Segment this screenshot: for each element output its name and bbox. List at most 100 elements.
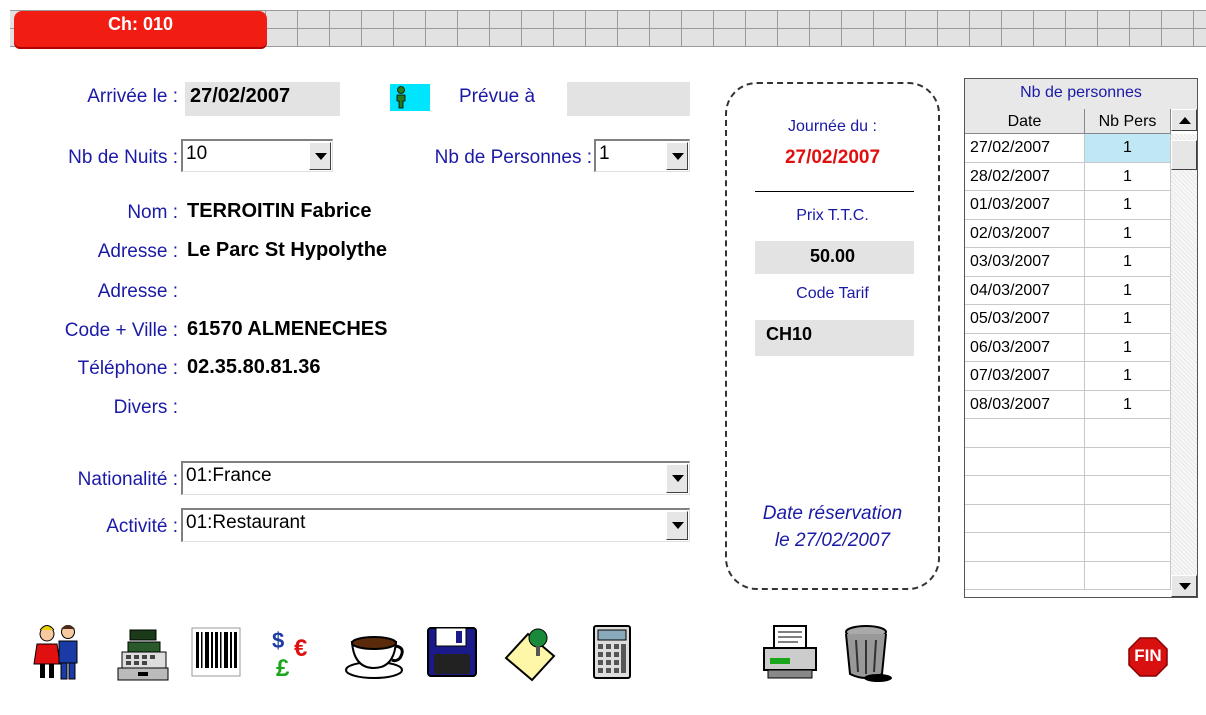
date-cell[interactable]: 08/03/2007 [965, 390, 1085, 418]
empty-row [965, 447, 1171, 476]
chevron-down-icon[interactable] [666, 142, 688, 170]
table-row[interactable]: 07/03/2007 1 [965, 362, 1171, 391]
date-cell[interactable]: 27/02/2007 [965, 134, 1085, 162]
nuits-label: Nb de Nuits : [68, 147, 178, 168]
trash-icon[interactable] [838, 622, 894, 682]
code-tarif-value: CH10 [766, 324, 813, 344]
divers-label: Divers : [113, 397, 178, 418]
date-cell[interactable]: 02/03/2007 [965, 219, 1085, 247]
date-cell[interactable]: 07/03/2007 [965, 362, 1085, 390]
arrivee-label: Arrivée le : [87, 86, 178, 107]
adresse1-value[interactable]: Le Parc St Hypolythe [187, 239, 387, 262]
date-cell[interactable]: 04/03/2007 [965, 276, 1085, 304]
prix-value: 50.00 [809, 246, 856, 266]
ville-label: Code + Ville : [64, 320, 178, 341]
table-row[interactable]: 28/02/2007 1 [965, 162, 1171, 191]
svg-text:$: $ [272, 628, 284, 653]
table-row[interactable]: 08/03/2007 1 [965, 390, 1171, 419]
ville-value[interactable]: 61570 ALMENECHES [187, 318, 387, 341]
table-row[interactable]: 02/03/2007 1 [965, 219, 1171, 248]
prix-label: Prix T.T.C. [796, 207, 869, 224]
chevron-down-icon[interactable] [309, 142, 331, 170]
nationalite-select[interactable]: 01:France [181, 461, 690, 495]
telephone-value[interactable]: 02.35.80.81.36 [187, 356, 320, 379]
svg-text:£: £ [276, 655, 290, 682]
date-cell[interactable]: 28/02/2007 [965, 162, 1085, 190]
nb-pers-cell[interactable]: 1 [1085, 219, 1171, 247]
nuits-select[interactable]: 10 [181, 139, 333, 172]
table-row[interactable]: 27/02/2007 1 [965, 134, 1171, 163]
empty-row [965, 504, 1171, 533]
printer-icon[interactable] [760, 622, 826, 682]
empty-row [965, 476, 1171, 505]
nom-label: Nom : [127, 202, 178, 223]
barcode-icon[interactable] [188, 622, 244, 682]
coffee-cup-icon[interactable] [342, 622, 408, 682]
currency-icon[interactable]: $ € £ [268, 622, 324, 682]
table-row[interactable]: 01/03/2007 1 [965, 191, 1171, 220]
prevue-field[interactable] [567, 82, 690, 116]
nb-pers-cell[interactable]: 1 [1085, 362, 1171, 390]
grid-title: Nb de personnes [965, 79, 1197, 110]
clients-icon[interactable] [30, 622, 86, 682]
nb-pers-cell[interactable]: 1 [1085, 162, 1171, 190]
prevue-label: Prévue à [459, 86, 536, 107]
activite-label: Activité : [106, 516, 178, 537]
nb-pers-cell[interactable]: 1 [1085, 191, 1171, 219]
adresse1-label: Adresse : [97, 241, 178, 262]
col-pers-header[interactable]: Nb Pers [1085, 109, 1171, 134]
nb-pers-cell[interactable]: 1 [1085, 134, 1171, 162]
table-row[interactable]: 03/03/2007 1 [965, 248, 1171, 277]
fin-label: FIN [1134, 646, 1162, 665]
table-row[interactable]: 05/03/2007 1 [965, 305, 1171, 334]
activite-select[interactable]: 01:Restaurant [181, 508, 690, 542]
code-tarif-label: Code Tarif [796, 285, 869, 302]
nb-pers-cell[interactable]: 1 [1085, 333, 1171, 361]
personnes-value: 1 [599, 143, 610, 164]
divider [755, 191, 914, 192]
chevron-down-icon[interactable] [666, 464, 688, 493]
table-row[interactable]: 04/03/2007 1 [965, 276, 1171, 305]
reservation-line2: le 27/02/2007 [774, 530, 891, 551]
arrivee-value: 27/02/2007 [190, 85, 291, 107]
persons-grid: Nb de personnes Date Nb Pers 27/02/2007 1… [964, 78, 1198, 598]
nb-pers-cell[interactable]: 1 [1085, 390, 1171, 418]
cash-register-icon[interactable] [114, 622, 170, 682]
tab-chambre[interactable]: Ch: 010 [14, 11, 267, 47]
note-pin-icon[interactable] [502, 622, 558, 682]
scroll-down-icon[interactable] [1171, 575, 1197, 597]
personnes-select[interactable]: 1 [594, 139, 690, 172]
date-cell[interactable]: 05/03/2007 [965, 305, 1085, 333]
fin-button[interactable]: FIN [1128, 637, 1168, 677]
calculator-icon[interactable] [584, 622, 640, 682]
nb-pers-cell[interactable]: 1 [1085, 305, 1171, 333]
save-disk-icon[interactable] [424, 622, 480, 682]
nationalite-label: Nationalité : [77, 469, 178, 490]
adresse2-label: Adresse : [97, 281, 178, 302]
activite-value: 01:Restaurant [186, 512, 306, 533]
svg-text:€: € [294, 635, 307, 662]
personnes-label: Nb de Personnes : [434, 147, 592, 168]
nom-value[interactable]: TERROITIN Fabrice [187, 200, 371, 223]
reservation-line1: Date réservation [762, 503, 903, 524]
scroll-up-icon[interactable] [1171, 109, 1197, 131]
journee-date: 27/02/2007 [784, 147, 881, 168]
table-row[interactable]: 06/03/2007 1 [965, 333, 1171, 362]
date-cell[interactable]: 06/03/2007 [965, 333, 1085, 361]
date-cell[interactable]: 03/03/2007 [965, 248, 1085, 276]
col-date-header[interactable]: Date [965, 109, 1085, 134]
chevron-down-icon[interactable] [666, 511, 688, 540]
nb-pers-cell[interactable]: 1 [1085, 276, 1171, 304]
empty-row [965, 419, 1171, 448]
nuits-value: 10 [186, 143, 208, 164]
journee-label: Journée du : [788, 118, 877, 135]
telephone-label: Téléphone : [77, 358, 178, 379]
nb-pers-cell[interactable]: 1 [1085, 248, 1171, 276]
date-cell[interactable]: 01/03/2007 [965, 191, 1085, 219]
person-icon[interactable] [390, 84, 430, 111]
scroll-thumb[interactable] [1171, 140, 1197, 170]
empty-row [965, 533, 1171, 562]
grid-scrollbar[interactable] [1171, 109, 1197, 597]
nationalite-value: 01:France [186, 465, 272, 486]
empty-row [965, 561, 1171, 590]
